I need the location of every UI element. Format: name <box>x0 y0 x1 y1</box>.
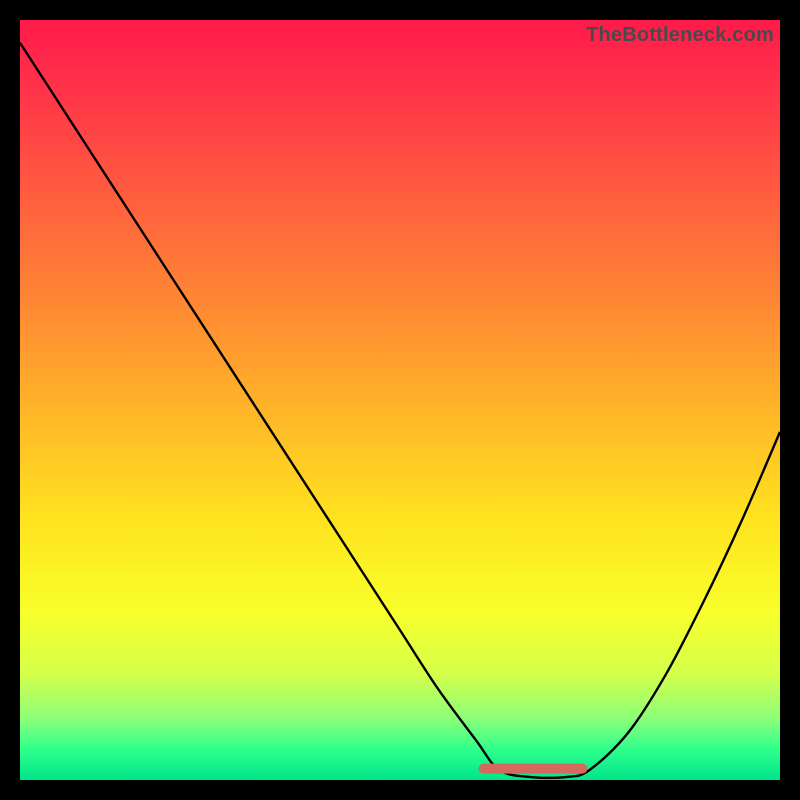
chart-svg <box>20 20 780 780</box>
bottleneck-curve-path <box>20 43 780 778</box>
chart-frame: TheBottleneck.com <box>20 20 780 780</box>
